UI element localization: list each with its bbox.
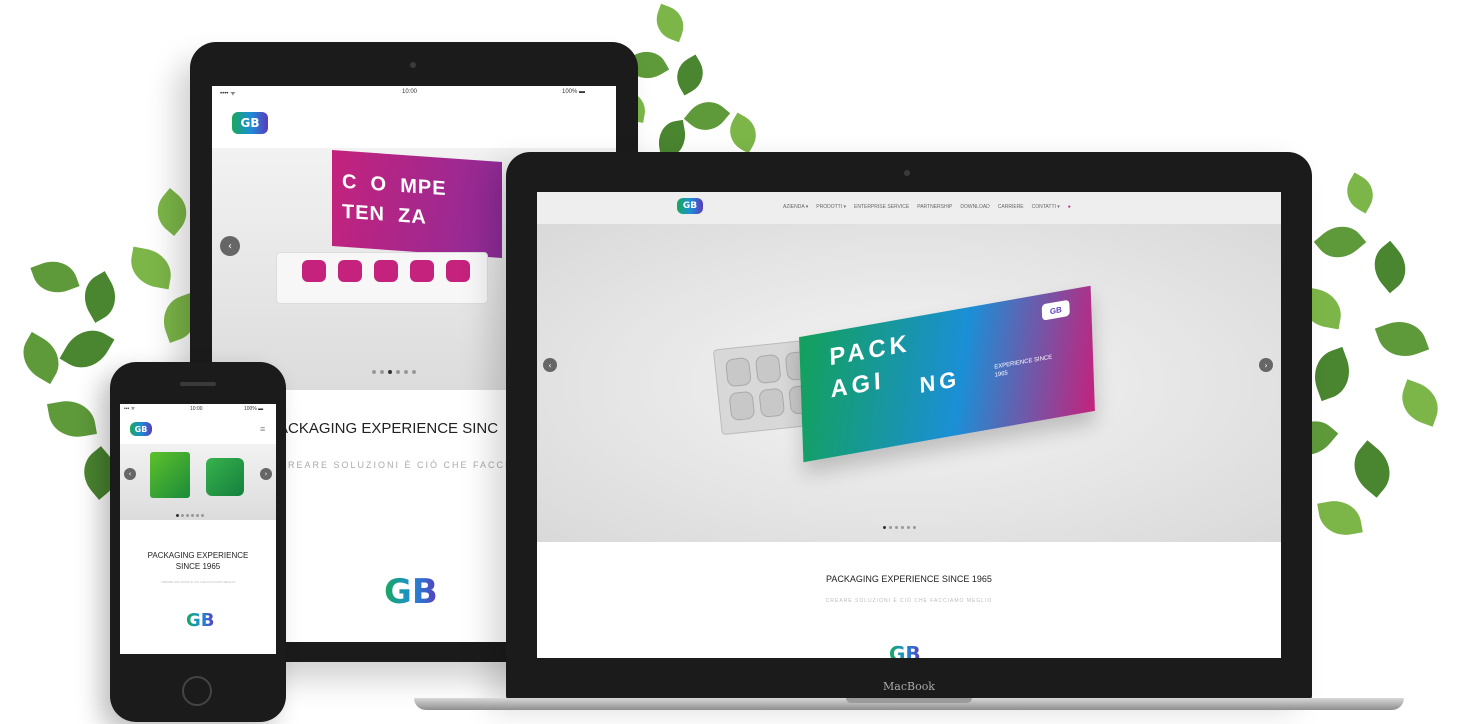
tablet-status-bar: •••• ᯤ 10:00 100% ▬ [212,86,616,98]
laptop-header: GB AZIENDA ▾ PRODOTTI ▾ ENTERPRISE SERVI… [537,192,1281,224]
laptop-camera [904,170,910,176]
laptop-tagline-title: PACKAGING EXPERIENCE SINCE 1965 [826,574,992,584]
nav-item[interactable]: PARTNERSHIP [917,204,952,210]
competenza-box: C O MPE TEN ZA [332,150,502,258]
phone-logo[interactable]: GB [130,422,152,436]
laptop-device: GB AZIENDA ▾ PRODOTTI ▾ ENTERPRISE SERVI… [506,152,1312,700]
laptop-tagline-subtitle: CREARE SOLUZIONI È CIÒ CHE FACCIAMO MEGL… [825,598,993,604]
phone-speaker [180,382,216,386]
tablet-footer-logo: GB [384,572,438,612]
green-jar [206,458,244,496]
nav-item[interactable]: CONTATTI ▾ [1032,204,1060,210]
slider-next-arrow[interactable]: › [1259,358,1273,372]
box-side-text: EXPERIENCE SINCE 1965 [994,354,1053,379]
tablet-tagline-title: ACKAGING EXPERIENCE SINC [278,420,499,437]
status-time: 10:00 [402,89,418,95]
laptop-logo[interactable]: GB [677,198,703,214]
status-time: 10:00 [190,406,203,412]
slider-prev-arrow[interactable]: ‹ [124,468,136,480]
slider-dots[interactable] [883,526,916,529]
phone-status-bar: ••• ᯤ 10:00 100% ▬ [120,404,276,414]
phone-tagline-subtitle: CREARE SOLUZIONI È CIÒ CHE FACCIAMO MEGL… [160,580,236,584]
packaging-box: PACK AGI NG EXPERIENCE SINCE 1965 GB [799,285,1095,463]
competenza-word-2: TEN ZA [342,200,427,229]
slider-prev-arrow[interactable]: ‹ [220,236,240,256]
laptop-base-notch [846,698,972,703]
status-battery: 100% ▬ [562,89,586,95]
slider-dots[interactable] [176,514,204,517]
slider-prev-arrow[interactable]: ‹ [543,358,557,372]
laptop-brand-label: MacBook [883,680,935,693]
laptop-nav: AZIENDA ▾ PRODOTTI ▾ ENTERPRISE SERVICE … [783,204,1071,210]
status-carrier: •••• ᯤ [220,91,236,97]
status-carrier: ••• ᯤ [124,406,136,412]
vial-cap [410,260,434,282]
phone-screen: ••• ᯤ 10:00 100% ▬ GB ≡ ‹ › PACKAGING EX… [120,404,276,654]
green-product [150,452,190,498]
tablet-tagline-subtitle: REARE SOLUZIONI È CIÒ CHE FACCIAMO [288,460,537,470]
tablet-logo[interactable]: GB [232,112,268,134]
phone-home-button[interactable] [182,676,212,706]
nav-item[interactable]: DOWNLOAD [960,204,989,210]
nav-item[interactable]: PRODOTTI ▾ [816,204,846,210]
status-battery: 100% ▬ [244,406,264,412]
nav-item[interactable]: ENTERPRISE SERVICE [854,204,909,210]
nav-item[interactable]: CARRIERE [998,204,1024,210]
box-logo: GB [1041,299,1070,321]
vial-cap [302,260,326,282]
competenza-word-1: C O MPE [342,170,447,201]
box-word-2: AGI [830,366,885,404]
phone-footer-logo: GB [186,610,215,631]
laptop-screen: GB AZIENDA ▾ PRODOTTI ▾ ENTERPRISE SERVI… [537,192,1281,658]
search-icon[interactable]: ● [1068,204,1071,210]
vial-cap [446,260,470,282]
box-word-3: NG [919,365,961,399]
phone-device: ••• ᯤ 10:00 100% ▬ GB ≡ ‹ › PACKAGING EX… [110,362,286,722]
vial-cap [374,260,398,282]
laptop-hero-slider: PACK AGI NG EXPERIENCE SINCE 1965 GB ‹ › [537,224,1281,542]
box-word-1: PACK [829,329,911,372]
hamburger-menu-icon[interactable]: ≡ [260,424,265,434]
vial-cap [338,260,362,282]
nav-item[interactable]: AZIENDA ▾ [783,204,808,210]
phone-tagline-title: PACKAGING EXPERIENCE SINCE 1965 [147,551,249,571]
tablet-camera [410,62,416,68]
slider-next-arrow[interactable]: › [260,468,272,480]
laptop-footer-logo: GB [889,642,921,658]
phone-hero-slider: ‹ › [120,444,276,520]
slider-dots[interactable] [372,370,416,374]
